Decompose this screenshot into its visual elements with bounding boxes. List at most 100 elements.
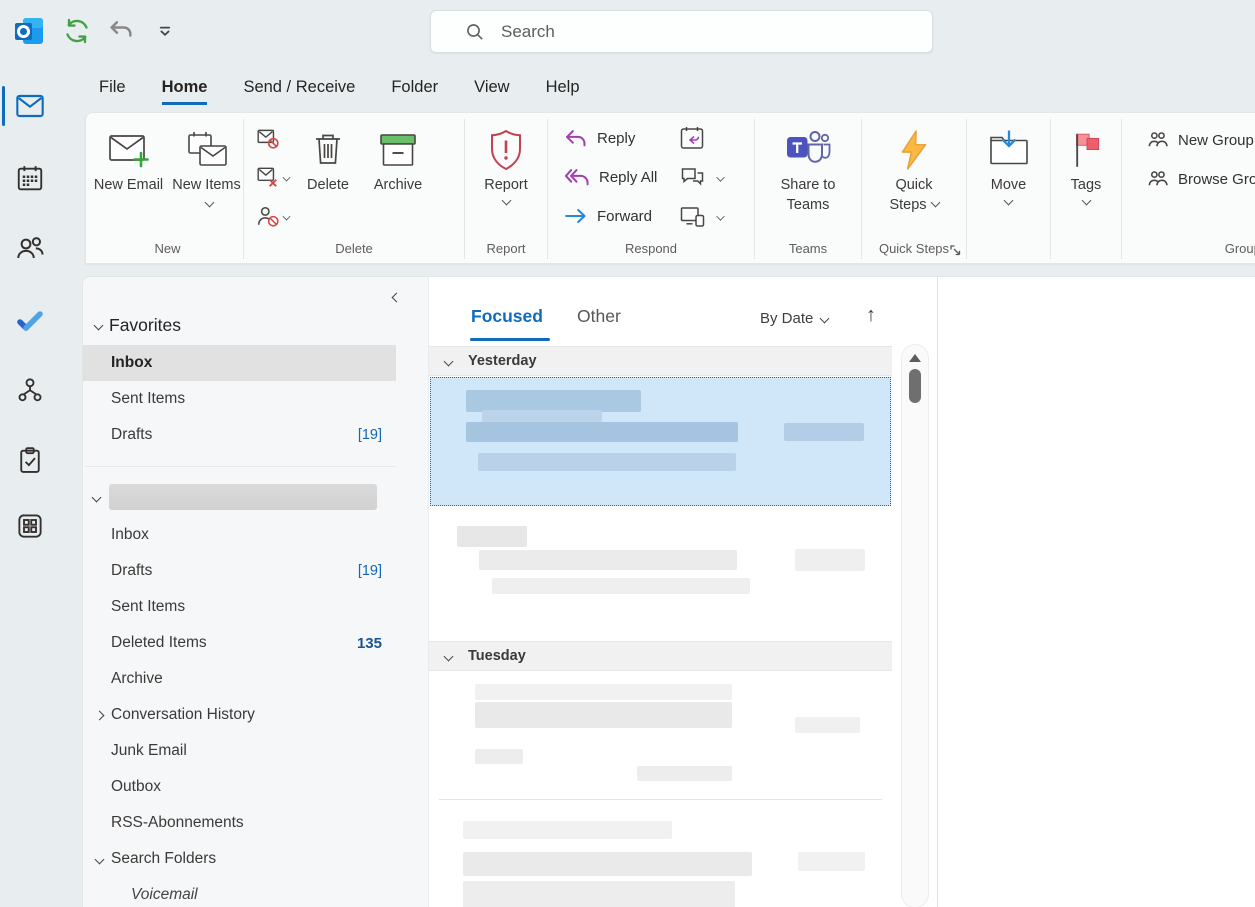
email-item[interactable] [430, 508, 891, 633]
outlook-logo-icon [13, 15, 45, 47]
meeting-button[interactable] [679, 125, 724, 151]
report-button[interactable]: Report [476, 113, 536, 209]
ribbon-group-delete: Delete Archive Delete [244, 113, 464, 263]
chat-bubbles-icon [679, 165, 706, 189]
forward-button[interactable]: Forward [564, 203, 657, 229]
email-item[interactable] [430, 801, 891, 907]
tab-view[interactable]: View [474, 78, 509, 102]
sort-by-dropdown[interactable]: By Date [760, 310, 828, 327]
folder-voicemail[interactable]: Voicemail [83, 877, 428, 907]
folder-search-folders[interactable]: Search Folders [83, 841, 428, 877]
divider [85, 466, 396, 467]
scroll-up-arrow[interactable] [909, 354, 921, 362]
scrollbar[interactable] [901, 344, 929, 907]
favorites-header[interactable]: Favorites [83, 305, 428, 345]
send-receive-sync-icon[interactable] [61, 15, 93, 47]
new-email-icon [106, 127, 152, 173]
folder-archive[interactable]: Archive [83, 661, 428, 697]
tab-send-receive[interactable]: Send / Receive [243, 78, 355, 102]
new-group-button[interactable]: New Group [1146, 127, 1255, 153]
delete-button[interactable]: Delete [300, 113, 356, 229]
folder-drafts[interactable]: Drafts [19] [83, 553, 428, 589]
org-chart-icon [15, 375, 45, 405]
teams-icon [784, 127, 832, 173]
tab-focused[interactable]: Focused [471, 306, 543, 327]
undo-icon[interactable] [105, 15, 137, 47]
folder-favorites-inbox[interactable]: Inbox [83, 345, 396, 381]
delete-trash-icon [308, 127, 348, 173]
mail-icon [14, 91, 46, 121]
block-sender-icon [256, 204, 280, 228]
scrollbar-thumb[interactable] [909, 369, 921, 403]
redacted-text-block [798, 852, 865, 871]
todo-check-icon [14, 304, 46, 336]
message-list: Focused Other By Date ↑ Yesterday Tu [429, 277, 937, 907]
new-items-label: New Items [172, 177, 241, 193]
folder-favorites-sent-items[interactable]: Sent Items [83, 381, 428, 417]
im-reply-button[interactable] [679, 164, 724, 190]
folder-deleted-items[interactable]: Deleted Items 135 [83, 625, 428, 661]
reply-button[interactable]: Reply [564, 125, 657, 151]
group-label-groups: Groups [1225, 241, 1255, 256]
ignore-icon [256, 126, 280, 150]
meeting-reply-icon [679, 125, 705, 151]
group-label-report: Report [465, 241, 547, 256]
sort-direction-button[interactable]: ↑ [866, 304, 876, 327]
nav-tasks[interactable] [0, 438, 60, 482]
new-email-button[interactable]: New Email [92, 113, 166, 215]
archive-button[interactable]: Archive [366, 113, 430, 229]
item-count-badge: 135 [357, 635, 382, 652]
folder-outbox[interactable]: Outbox [83, 769, 428, 805]
nav-calendar[interactable] [0, 156, 60, 200]
account-header[interactable] [83, 477, 428, 517]
nav-more-apps[interactable] [0, 504, 60, 548]
email-item-selected[interactable] [430, 377, 891, 506]
collapse-folder-pane-button[interactable] [386, 287, 406, 307]
folder-sent-items[interactable]: Sent Items [83, 589, 428, 625]
date-group-yesterday[interactable]: Yesterday [429, 346, 892, 376]
redacted-account-name [109, 484, 377, 510]
tab-file[interactable]: File [99, 78, 126, 102]
chevron-down-icon [92, 492, 102, 502]
quick-steps-dialog-launcher[interactable] [949, 244, 962, 257]
tab-other[interactable]: Other [577, 306, 621, 327]
folder-conversation-history[interactable]: Conversation History [83, 697, 428, 733]
nav-org-chart[interactable] [0, 368, 60, 412]
tab-folder[interactable]: Folder [391, 78, 438, 102]
reply-all-label: Reply All [599, 169, 657, 186]
move-button[interactable]: Move [983, 113, 1035, 209]
quick-steps-button[interactable]: Quick Steps [883, 113, 945, 215]
share-to-teams-button[interactable]: Share to Teams [773, 113, 843, 215]
nav-people[interactable] [0, 226, 60, 270]
redacted-text-block [795, 549, 865, 571]
move-folder-icon [986, 127, 1032, 173]
email-item[interactable] [430, 673, 891, 799]
folder-inbox[interactable]: Inbox [83, 517, 428, 553]
archive-icon [374, 127, 422, 173]
ignore-button[interactable] [256, 125, 290, 151]
browse-groups-button[interactable]: Browse Groups [1146, 166, 1255, 192]
customize-toolbar-icon[interactable] [152, 15, 178, 47]
reply-all-button[interactable]: Reply All [564, 164, 657, 190]
date-group-tuesday[interactable]: Tuesday [429, 641, 892, 671]
folder-favorites-drafts[interactable]: Drafts [19] [83, 417, 428, 453]
share-screen-button[interactable] [679, 203, 724, 229]
block-sender-button[interactable] [256, 203, 290, 229]
folder-junk-email[interactable]: Junk Email [83, 733, 428, 769]
quick-steps-label: Quick Steps [889, 177, 932, 213]
group-label-respond: Respond [548, 241, 754, 256]
tab-help[interactable]: Help [546, 78, 580, 102]
group-people-icon [1146, 169, 1169, 190]
new-items-button[interactable]: New Items [170, 113, 244, 215]
group-label-teams: Teams [755, 241, 861, 256]
folder-rss-abonnements[interactable]: RSS-Abonnements [83, 805, 428, 841]
tab-home[interactable]: Home [162, 78, 208, 105]
search-input[interactable] [501, 22, 901, 42]
nav-todo[interactable] [0, 298, 60, 342]
tags-button[interactable]: Tags [1064, 113, 1108, 209]
chevron-down-icon [820, 314, 830, 324]
ribbon-group-quick-steps: Quick Steps Quick Steps [862, 113, 966, 263]
search-bar[interactable] [430, 10, 933, 53]
junk-button[interactable] [256, 164, 290, 190]
nav-mail[interactable] [0, 84, 60, 128]
